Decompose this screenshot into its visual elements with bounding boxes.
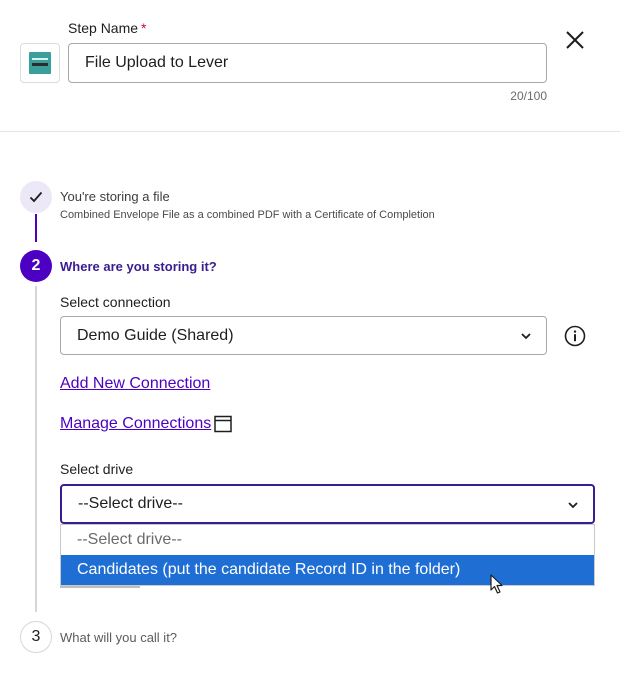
connection-select-value: Demo Guide (Shared) — [77, 326, 234, 344]
lever-logo-icon — [20, 43, 60, 83]
step1-title: You're storing a file — [60, 189, 170, 204]
drive-dropdown-list: --Select drive-- Candidates (put the can… — [60, 524, 595, 586]
chevron-down-icon — [568, 502, 578, 509]
connection-select[interactable]: Demo Guide (Shared) — [60, 316, 547, 355]
step-name-input[interactable] — [68, 43, 547, 83]
step1-subtitle: Combined Envelope File as a combined PDF… — [60, 209, 435, 221]
external-window-icon[interactable] — [214, 415, 232, 433]
step2-number: 2 — [20, 250, 52, 282]
select-drive-label: Select drive — [60, 461, 134, 477]
close-icon[interactable] — [562, 27, 588, 53]
step2-title: Where are you storing it? — [60, 259, 217, 274]
step-rail-complete — [35, 214, 37, 242]
drive-select[interactable]: --Select drive-- — [60, 484, 595, 524]
drive-option-placeholder[interactable]: --Select drive-- — [61, 525, 594, 555]
manage-connections-link[interactable]: Manage Connections — [60, 415, 211, 433]
drive-select-value: --Select drive-- — [78, 495, 183, 512]
step-rail — [35, 286, 37, 612]
info-icon[interactable] — [564, 325, 586, 347]
step1-status — [20, 181, 52, 213]
step-header: Step Name* 20/100 — [0, 0, 620, 132]
mouse-cursor-icon — [490, 574, 503, 594]
required-mark: * — [141, 20, 147, 36]
chevron-down-icon — [521, 333, 531, 340]
step3-number: 3 — [20, 621, 52, 653]
checkmark-icon — [29, 191, 43, 203]
drive-option-candidates[interactable]: Candidates (put the candidate Record ID … — [61, 555, 594, 585]
char-counter: 20/100 — [510, 89, 547, 103]
select-connection-label: Select connection — [60, 294, 171, 310]
add-new-connection-link[interactable]: Add New Connection — [60, 375, 210, 393]
step3-title: What will you call it? — [60, 630, 178, 645]
step-name-label: Step Name * — [68, 20, 147, 36]
